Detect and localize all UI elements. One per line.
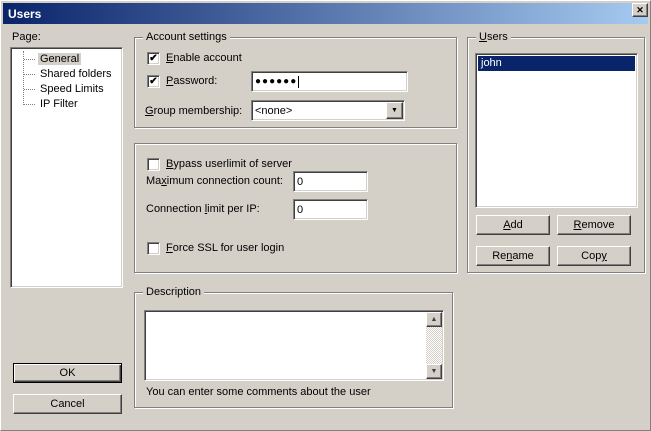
group-membership-select[interactable]: <none> ▼ [251, 100, 405, 121]
max-connections-label: Maximum connection count: [146, 175, 283, 188]
add-button[interactable]: Add [476, 215, 550, 235]
description-textarea[interactable]: ▲ ▼ [144, 310, 444, 381]
bypass-userlimit-checkbox[interactable] [147, 158, 160, 171]
description-title: Description [143, 286, 204, 299]
description-hint: You can enter some comments about the us… [146, 386, 371, 399]
copy-button[interactable]: Copy [557, 246, 631, 266]
arrow-down-icon: ▼ [431, 368, 438, 375]
page-label: Page: [12, 31, 41, 44]
user-list-item[interactable]: john [478, 56, 635, 71]
cancel-button[interactable]: Cancel [13, 394, 122, 414]
scroll-up-button[interactable]: ▲ [426, 312, 442, 327]
connection-limits-group: Bypass userlimit of server Maximum conne… [134, 143, 457, 273]
tree-item-shared-folders[interactable]: Shared folders [12, 67, 121, 82]
bypass-userlimit-label: Bypass userlimit of server [166, 158, 292, 170]
close-button[interactable]: ✕ [632, 3, 648, 17]
dropdown-button[interactable]: ▼ [386, 102, 403, 119]
force-ssl-checkbox[interactable] [147, 242, 160, 255]
users-group: Users john Add Remove Rename Copy [467, 37, 645, 273]
checkmark-icon: ✔ [149, 53, 157, 64]
description-group: Description ▲ ▼ You can enter some comme… [134, 292, 453, 408]
tree-item-speed-limits[interactable]: Speed Limits [12, 82, 121, 97]
group-membership-label: Group membership: [145, 105, 242, 118]
ip-limit-label: Connection limit per IP: [146, 203, 260, 216]
enable-account-label: Enable account [166, 52, 242, 64]
page-listbox[interactable]: General Shared folders Speed Limits IP F… [10, 47, 123, 288]
force-ssl-label: Force SSL for user login [166, 242, 284, 254]
window-title: Users [3, 7, 41, 21]
ok-button[interactable]: OK [13, 363, 122, 383]
text-caret [298, 76, 299, 88]
account-settings-title: Account settings [143, 31, 230, 44]
rename-button[interactable]: Rename [476, 246, 550, 266]
remove-button[interactable]: Remove [557, 215, 631, 235]
users-group-title: Users [476, 31, 511, 44]
chevron-down-icon: ▼ [391, 107, 398, 114]
arrow-up-icon: ▲ [431, 316, 438, 323]
ip-limit-input[interactable]: 0 [293, 199, 368, 220]
scroll-down-button[interactable]: ▼ [426, 364, 442, 379]
max-connections-input[interactable]: 0 [293, 171, 368, 192]
password-label: Password: [166, 75, 217, 87]
users-listbox[interactable]: john [475, 53, 638, 208]
titlebar[interactable]: Users [3, 3, 648, 24]
description-scrollbar[interactable]: ▲ ▼ [426, 312, 442, 379]
close-icon: ✕ [636, 6, 644, 15]
password-checkbox[interactable]: ✔ [147, 75, 160, 88]
tree-item-general[interactable]: General [12, 52, 121, 67]
account-settings-group: Account settings ✔ Enable account ✔ Pass… [134, 37, 457, 128]
page-tree: General Shared folders Speed Limits IP F… [12, 49, 121, 286]
checkmark-icon: ✔ [149, 76, 157, 87]
password-input[interactable]: ●●●●●● [251, 71, 408, 92]
tree-item-ip-filter[interactable]: IP Filter [12, 97, 121, 112]
enable-account-checkbox[interactable]: ✔ [147, 52, 160, 65]
